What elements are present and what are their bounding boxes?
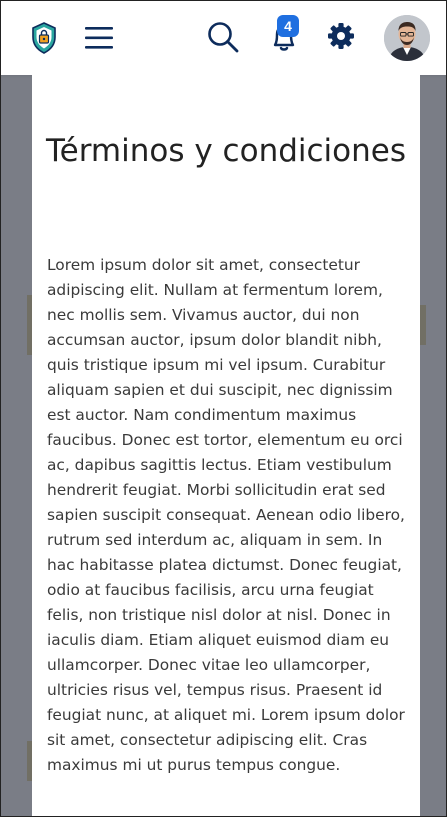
top-bar: 4 — [1, 1, 446, 75]
terms-body-text: Lorem ipsum dolor sit amet, consectetur … — [47, 256, 405, 774]
hamburger-menu-icon[interactable] — [83, 23, 115, 53]
app-frame: 4 Términos y condiciones Lorem ipsum dol… — [0, 0, 447, 817]
search-icon[interactable] — [206, 20, 240, 54]
gear-icon[interactable] — [326, 21, 356, 51]
notification-count-badge: 4 — [277, 15, 299, 37]
modal-title: Términos y condiciones — [45, 133, 406, 169]
user-avatar[interactable] — [384, 15, 430, 61]
terms-modal: Términos y condiciones Lorem ipsum dolor… — [32, 75, 420, 816]
shield-lock-icon[interactable] — [30, 21, 58, 55]
